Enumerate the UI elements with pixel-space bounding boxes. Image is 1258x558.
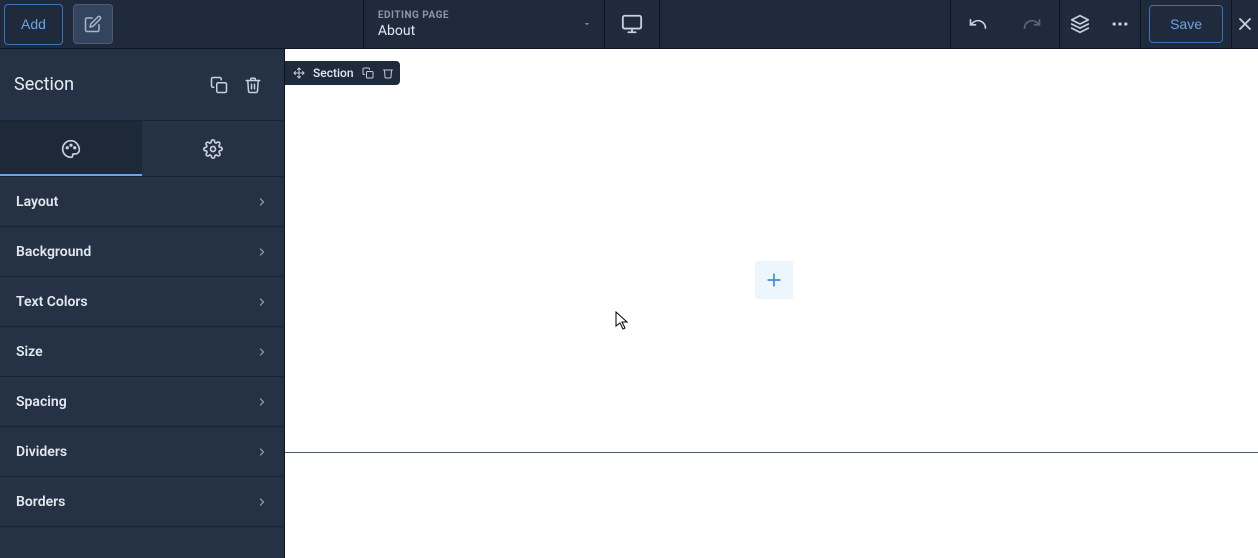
trash-icon bbox=[244, 76, 262, 94]
panel-item-dividers[interactable]: Dividers bbox=[0, 427, 284, 477]
chevron-right-icon bbox=[256, 396, 268, 408]
topbar: Add EDITING PAGE About bbox=[0, 0, 1258, 49]
editing-page-label: EDITING PAGE bbox=[378, 10, 594, 21]
close-icon bbox=[1235, 14, 1255, 34]
desktop-icon bbox=[621, 13, 643, 35]
tab-settings[interactable] bbox=[142, 121, 284, 176]
editing-page-name: About bbox=[378, 23, 594, 39]
undo-icon bbox=[968, 14, 988, 34]
section-floating-tag: Section bbox=[285, 61, 400, 85]
palette-icon bbox=[61, 139, 81, 159]
panel-item-label: Dividers bbox=[16, 444, 67, 460]
panel-item-label: Background bbox=[16, 244, 91, 260]
trash-icon[interactable] bbox=[382, 67, 394, 79]
chevron-right-icon bbox=[256, 446, 268, 458]
close-button[interactable] bbox=[1232, 0, 1258, 49]
more-horizontal-icon bbox=[1110, 14, 1130, 34]
chevron-right-icon bbox=[256, 246, 268, 258]
more-button[interactable] bbox=[1100, 0, 1140, 49]
add-button-label: Add bbox=[21, 16, 46, 32]
layers-icon bbox=[1070, 14, 1090, 34]
gear-icon bbox=[203, 139, 223, 159]
add-element-button[interactable] bbox=[755, 261, 793, 299]
move-icon[interactable] bbox=[293, 67, 305, 79]
redo-button[interactable] bbox=[1005, 0, 1059, 49]
panel-item-background[interactable]: Background bbox=[0, 227, 284, 277]
chevron-right-icon bbox=[256, 496, 268, 508]
panel-item-text-colors[interactable]: Text Colors bbox=[0, 277, 284, 327]
duplicate-button[interactable] bbox=[202, 68, 236, 102]
edit-mode-toggle[interactable] bbox=[73, 4, 113, 44]
panel-item-spacing[interactable]: Spacing bbox=[0, 377, 284, 427]
add-button[interactable]: Add bbox=[4, 4, 63, 45]
chevron-right-icon bbox=[256, 196, 268, 208]
caret-down-icon bbox=[582, 19, 592, 29]
panel-list: Layout Background Text Colors Size Spaci… bbox=[0, 177, 284, 527]
panel-item-layout[interactable]: Layout bbox=[0, 177, 284, 227]
section-block[interactable] bbox=[285, 61, 1258, 453]
panel-item-borders[interactable]: Borders bbox=[0, 477, 284, 527]
panel-tabs bbox=[0, 121, 284, 177]
redo-icon bbox=[1022, 14, 1042, 34]
undo-button[interactable] bbox=[951, 0, 1005, 49]
layers-button[interactable] bbox=[1060, 0, 1100, 49]
tab-style[interactable] bbox=[0, 121, 142, 176]
panel-header: Section bbox=[0, 49, 284, 121]
panel-item-label: Borders bbox=[16, 494, 65, 510]
chevron-right-icon bbox=[256, 296, 268, 308]
section-tag-label: Section bbox=[313, 66, 354, 80]
save-button[interactable]: Save bbox=[1149, 5, 1223, 43]
chevron-right-icon bbox=[256, 346, 268, 358]
page-selector[interactable]: EDITING PAGE About bbox=[364, 4, 604, 45]
panel-item-label: Size bbox=[16, 344, 43, 360]
save-button-label: Save bbox=[1170, 16, 1202, 32]
panel-item-label: Text Colors bbox=[16, 294, 88, 310]
inspector-panel: Section Layout Backg bbox=[0, 49, 285, 558]
canvas[interactable]: Section bbox=[285, 49, 1258, 558]
panel-item-size[interactable]: Size bbox=[0, 327, 284, 377]
duplicate-icon bbox=[210, 76, 228, 94]
device-desktop-button[interactable] bbox=[605, 0, 659, 49]
plus-icon bbox=[764, 270, 784, 290]
delete-button[interactable] bbox=[236, 68, 270, 102]
panel-item-label: Layout bbox=[16, 194, 58, 210]
edit-icon bbox=[84, 15, 102, 33]
panel-item-label: Spacing bbox=[16, 394, 67, 410]
duplicate-icon[interactable] bbox=[362, 67, 374, 79]
panel-title: Section bbox=[14, 74, 202, 95]
